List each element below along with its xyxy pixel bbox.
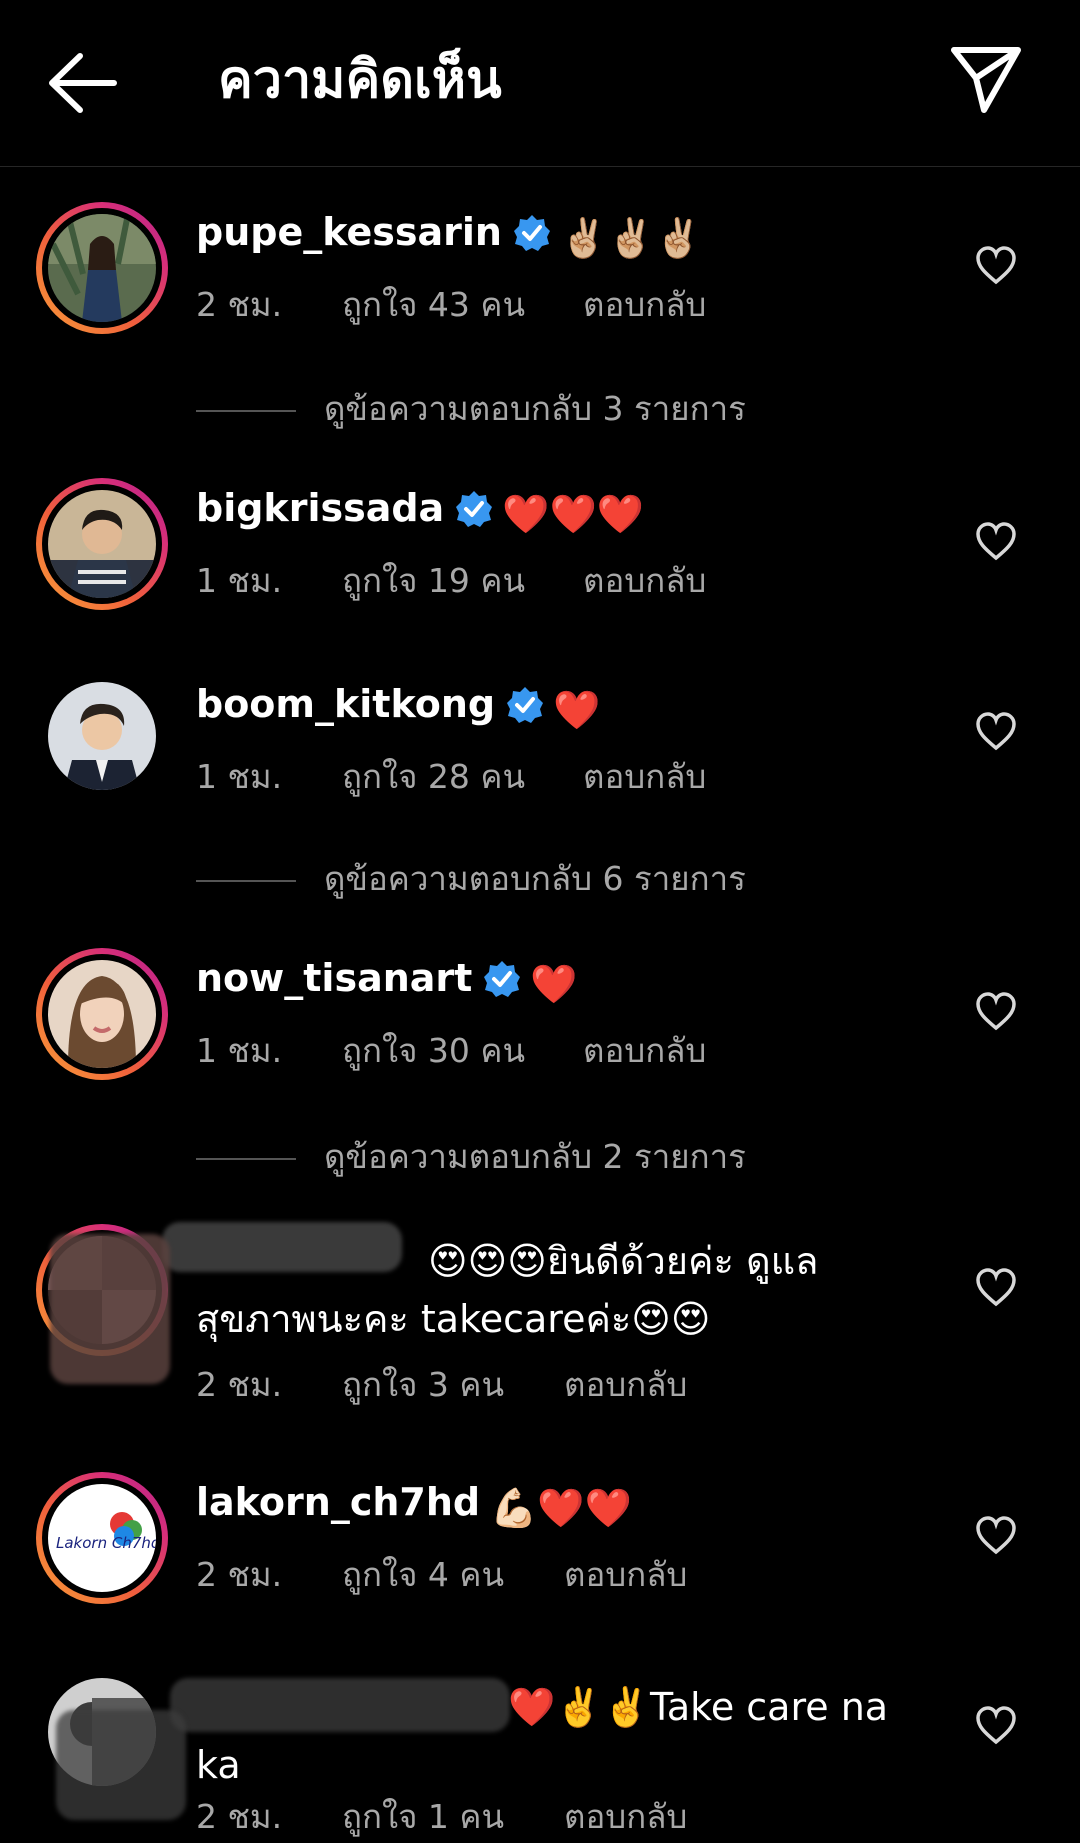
avatar-story-ring[interactable] bbox=[36, 202, 168, 334]
reply-button[interactable]: ตอบกลับ bbox=[564, 1548, 687, 1601]
view-replies-label: ดูข้อความตอบกลับ 2 รายการ bbox=[324, 1137, 746, 1176]
avatar-container[interactable] bbox=[36, 670, 168, 802]
verified-badge-icon bbox=[484, 961, 521, 997]
reply-button[interactable]: ตอบกลับ bbox=[564, 1358, 687, 1411]
like-button[interactable] bbox=[974, 1514, 1018, 1558]
comment-time: 2 ชม. bbox=[196, 285, 283, 324]
comment-time: 1 ชม. bbox=[196, 561, 283, 600]
verified-badge-icon bbox=[513, 215, 550, 251]
avatar bbox=[48, 682, 156, 790]
comment-text-line2: สุขภาพนะคะ takecareค่ะ😍😍 bbox=[196, 1297, 711, 1341]
comment-likes[interactable]: ถูกใจ 43 คน bbox=[342, 278, 525, 331]
comment-username[interactable]: boom_kitkong bbox=[196, 682, 495, 726]
divider-line bbox=[196, 1157, 296, 1160]
reply-button[interactable]: ตอบกลับ bbox=[583, 554, 706, 607]
like-button[interactable] bbox=[974, 520, 1018, 564]
page-title: ความคิดเห็น bbox=[218, 50, 502, 110]
comment-emoji: 💪🏻❤️❤️ bbox=[490, 1486, 633, 1530]
comment-likes[interactable]: ถูกใจ 19 คน bbox=[342, 554, 525, 607]
heart-outline-icon bbox=[976, 522, 1016, 561]
back-button[interactable] bbox=[44, 48, 124, 118]
blurred-avatar-overlay bbox=[56, 1710, 186, 1820]
view-replies-button[interactable]: ดูข้อความตอบกลับ 6 รายการ bbox=[196, 852, 746, 905]
comment-time: 2 ชม. bbox=[196, 1365, 283, 1404]
comment-likes[interactable]: ถูกใจ 1 คน bbox=[342, 1790, 504, 1843]
comment-text-line2: ka bbox=[196, 1743, 241, 1787]
comment-likes[interactable]: ถูกใจ 28 คน bbox=[342, 750, 525, 803]
avatar: Lakorn Ch7hd bbox=[48, 1484, 156, 1592]
verified-badge-icon bbox=[507, 687, 544, 723]
avatar-story-ring[interactable] bbox=[36, 948, 168, 1080]
avatar-story-ring[interactable] bbox=[36, 478, 168, 610]
view-replies-label: ดูข้อความตอบกลับ 6 รายการ bbox=[324, 859, 746, 898]
peace-emoji: ✌️✌️ bbox=[555, 1685, 650, 1729]
divider-line bbox=[196, 409, 296, 412]
avatar bbox=[48, 214, 156, 322]
avatar-logo-text: Lakorn Ch7hd bbox=[56, 1534, 156, 1552]
heart-outline-icon bbox=[976, 712, 1016, 751]
reply-button[interactable]: ตอบกลับ bbox=[583, 278, 706, 331]
comment-username[interactable]: lakorn_ch7hd bbox=[196, 1480, 480, 1524]
avatar bbox=[48, 490, 156, 598]
comment-likes[interactable]: ถูกใจ 4 คน bbox=[342, 1548, 504, 1601]
comment-time: 2 ชม. bbox=[196, 1797, 283, 1836]
like-button[interactable] bbox=[974, 244, 1018, 288]
comment-emoji: ❤️ bbox=[553, 688, 601, 732]
comment-emoji: ❤️❤️❤️ bbox=[502, 492, 645, 536]
heart-outline-icon bbox=[976, 1706, 1016, 1745]
heart-emoji: ❤️ bbox=[508, 1685, 556, 1729]
heart-outline-icon bbox=[976, 992, 1016, 1031]
like-button[interactable] bbox=[974, 710, 1018, 754]
like-button[interactable] bbox=[974, 1266, 1018, 1310]
like-button[interactable] bbox=[974, 990, 1018, 1034]
reply-button[interactable]: ตอบกลับ bbox=[583, 750, 706, 803]
arrow-left-icon bbox=[49, 53, 117, 113]
reply-button[interactable]: ตอบกลับ bbox=[583, 1024, 706, 1077]
avatar bbox=[48, 960, 156, 1068]
like-button[interactable] bbox=[974, 1704, 1018, 1748]
paper-plane-icon bbox=[951, 47, 1021, 113]
share-button[interactable] bbox=[946, 38, 1026, 118]
header-bar: ความคิดเห็น bbox=[0, 0, 1080, 167]
comment-likes[interactable]: ถูกใจ 30 คน bbox=[342, 1024, 525, 1077]
heart-outline-icon bbox=[976, 1268, 1016, 1307]
blurred-avatar-overlay bbox=[50, 1234, 170, 1384]
comment-emoji: ❤️ bbox=[530, 962, 578, 1006]
comment-text-line1: 😍😍😍ยินดีด้วยค่ะ ดูแล bbox=[428, 1239, 819, 1283]
comment-time: 1 ชม. bbox=[196, 1031, 283, 1070]
view-replies-button[interactable]: ดูข้อความตอบกลับ 3 รายการ bbox=[196, 382, 746, 435]
comment-time: 1 ชม. bbox=[196, 757, 283, 796]
comment-emoji: ✌🏼✌🏼✌🏼 bbox=[559, 216, 702, 260]
comment-text: ❤️✌️✌️Take care na ka bbox=[196, 1678, 916, 1794]
comment-username[interactable]: now_tisanart bbox=[196, 956, 472, 1000]
comment-text-line1: Take care na bbox=[649, 1685, 889, 1729]
avatar-story-ring[interactable]: Lakorn Ch7hd bbox=[36, 1472, 168, 1604]
divider-line bbox=[196, 879, 296, 882]
reply-button[interactable]: ตอบกลับ bbox=[564, 1790, 687, 1843]
comment-likes[interactable]: ถูกใจ 3 คน bbox=[342, 1358, 504, 1411]
comment-text: 😍😍😍ยินดีด้วยค่ะ ดูแล สุขภาพนะคะ takecare… bbox=[196, 1232, 916, 1348]
comment-time: 2 ชม. bbox=[196, 1555, 283, 1594]
view-replies-button[interactable]: ดูข้อความตอบกลับ 2 รายการ bbox=[196, 1130, 746, 1183]
view-replies-label: ดูข้อความตอบกลับ 3 รายการ bbox=[324, 389, 746, 428]
heart-outline-icon bbox=[976, 1516, 1016, 1555]
verified-badge-icon bbox=[456, 491, 493, 527]
heart-outline-icon bbox=[976, 246, 1016, 285]
comment-username[interactable]: bigkrissada bbox=[196, 486, 444, 530]
comment-username[interactable]: pupe_kessarin bbox=[196, 210, 502, 254]
